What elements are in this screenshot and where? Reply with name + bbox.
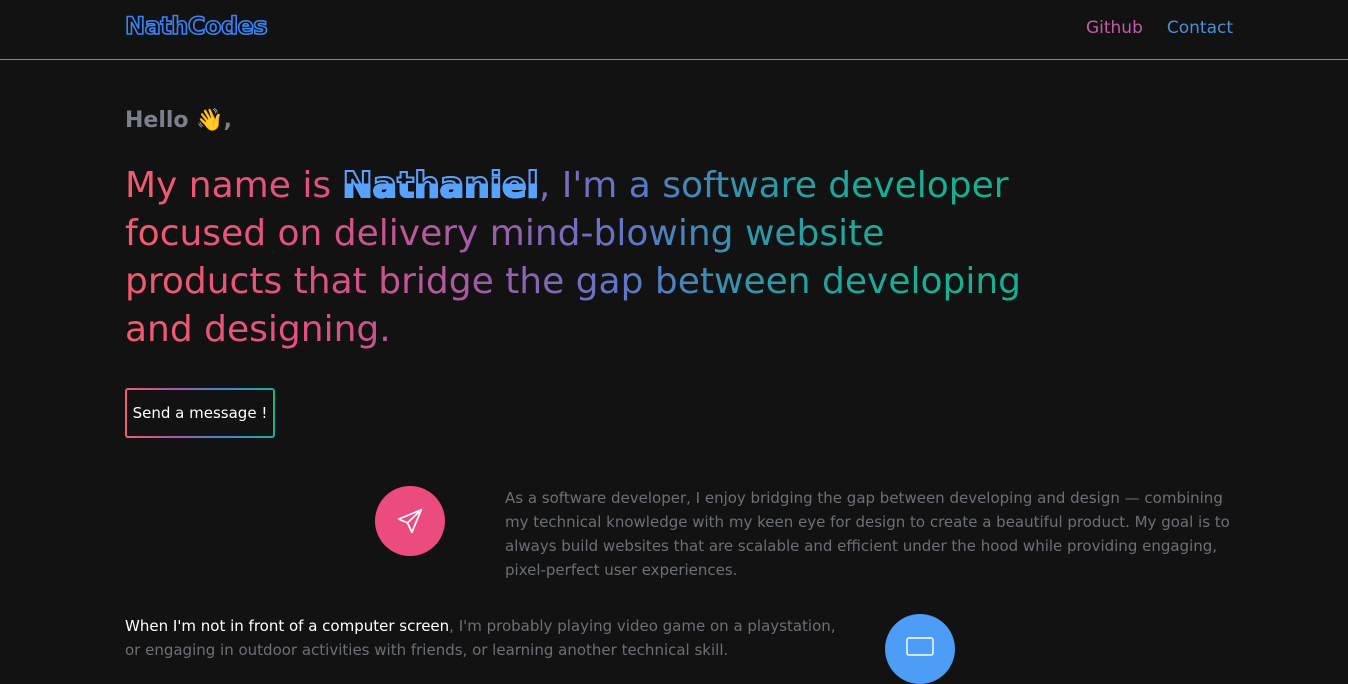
navbar: NathCodes Github Contact [0, 0, 1348, 60]
name-highlight: Nathaniel [342, 164, 540, 207]
greeting: Hello 👋, [125, 108, 232, 133]
headline-pre: My name is [125, 165, 343, 206]
paper-plane-icon [397, 508, 423, 534]
monitor-icon [906, 637, 934, 656]
site-logo[interactable]: NathCodes [124, 11, 268, 41]
greeting-suffix: , [223, 108, 232, 133]
waving-hand-icon: 👋 [196, 108, 224, 133]
about-text: As a software developer, I enjoy bridgin… [505, 489, 1230, 579]
nav-link-github[interactable]: Github [1086, 18, 1143, 38]
nav-link-contact[interactable]: Contact [1167, 18, 1233, 38]
hero-headline: My name is Nathaniel, I'm a software dev… [125, 162, 1045, 354]
nav-links: Github Contact [1086, 18, 1233, 38]
about-icon-circle [375, 486, 445, 556]
hobbies-text: When I'm not in front of a computer scre… [125, 614, 845, 662]
hobbies-lead: When I'm not in front of a computer scre… [125, 617, 450, 635]
hobbies-icon-circle [885, 614, 955, 684]
send-message-button[interactable]: Send a message ! [125, 388, 275, 438]
greeting-text: Hello [125, 108, 189, 133]
